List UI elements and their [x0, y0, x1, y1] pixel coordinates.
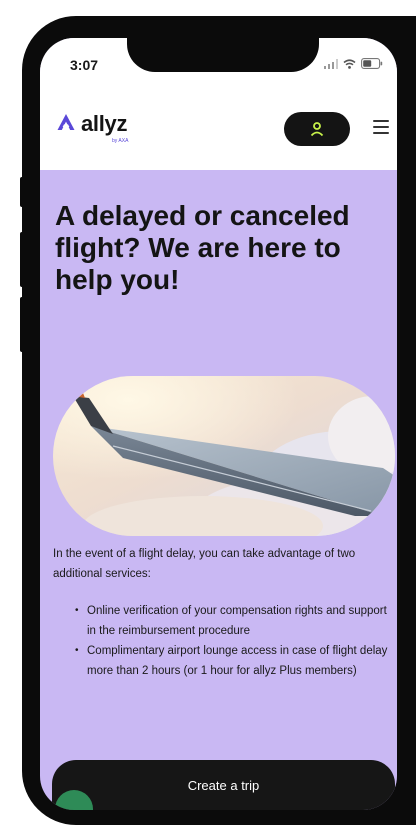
airplane-wing-illustration	[53, 376, 395, 536]
hamburger-icon-bar	[373, 120, 389, 122]
app-header: allyz by AXA	[40, 88, 397, 170]
hamburger-icon-bar	[373, 126, 389, 128]
allyz-logo-mark-icon	[57, 114, 75, 130]
hero-title: A delayed or canceled flight? We are her…	[55, 200, 350, 295]
list-item: Online verification of your compensation…	[75, 601, 392, 641]
logo-subtext: by AXA	[112, 138, 129, 144]
create-trip-button[interactable]: Create a trip	[52, 760, 395, 810]
status-time: 3:07	[70, 57, 99, 73]
logo-text: allyz	[81, 111, 128, 136]
allyz-logo[interactable]: allyz by AXA	[56, 111, 128, 144]
user-icon	[310, 122, 324, 137]
benefits-list: Online verification of your compensation…	[75, 601, 392, 681]
signal-icon	[324, 58, 338, 69]
account-button[interactable]	[284, 112, 350, 146]
hamburger-menu-button[interactable]	[373, 120, 389, 134]
wifi-icon	[343, 58, 356, 69]
list-item: Complimentary airport lounge access in c…	[75, 641, 392, 681]
phone-notch	[127, 16, 319, 72]
intro-text: In the event of a flight delay, you can …	[53, 548, 356, 580]
device-frame-stage: 3:07 allyz by AXA A delayed or canceled …	[0, 0, 416, 825]
airplane-wing-image	[53, 376, 395, 536]
battery-icon	[361, 58, 383, 69]
hamburger-icon-bar	[373, 132, 389, 134]
status-icons	[324, 58, 383, 69]
app-screen: 3:07 allyz by AXA A delayed or canceled …	[40, 38, 397, 810]
create-trip-label: Create a trip	[187, 778, 260, 793]
